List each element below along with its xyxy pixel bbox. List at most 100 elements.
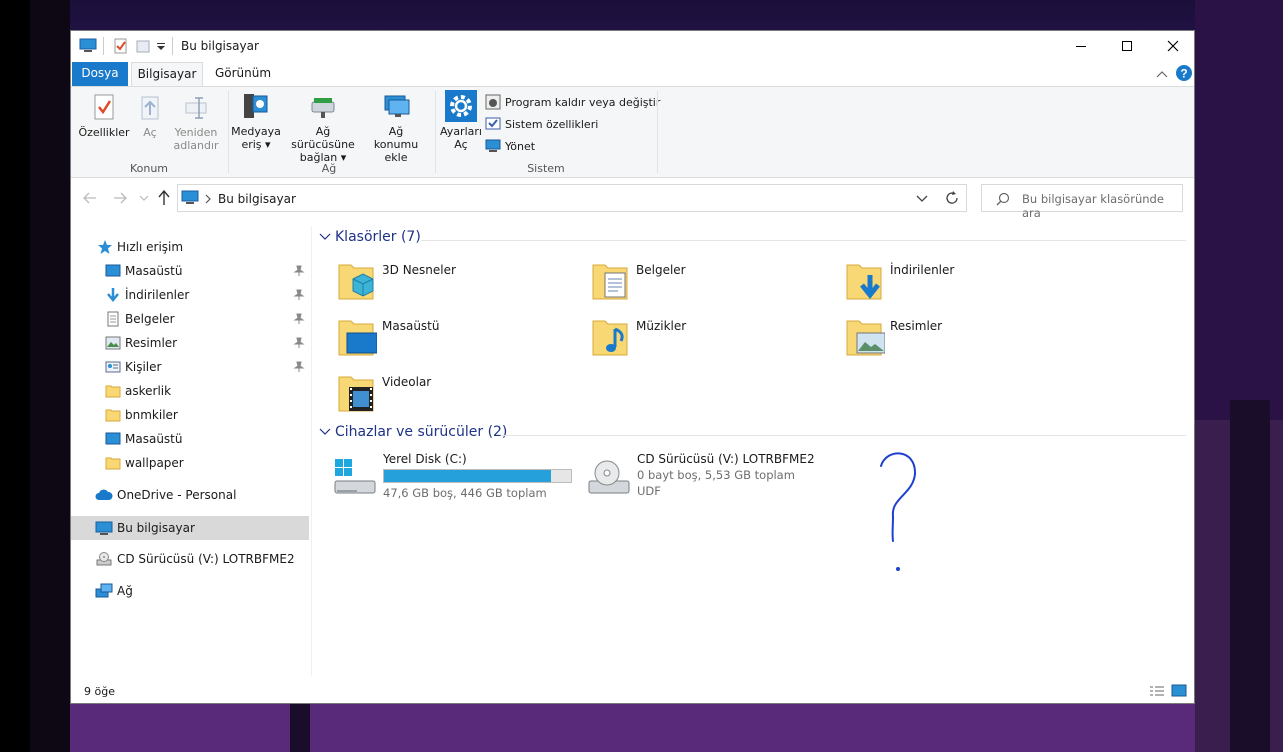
recent-locations-chevron-icon[interactable] [139,194,149,202]
open-settings-button[interactable]: Ayarları Aç [439,90,483,151]
add-network-location-button[interactable]: Ağ konumu ekle [365,90,427,164]
group-label-konum: Konum [129,162,169,175]
sidebar-item-downloads[interactable]: İndirilenler [71,283,309,307]
refresh-icon [945,191,958,204]
sidebar-item-documents[interactable]: Belgeler [71,307,309,331]
properties-quick-icon[interactable] [113,38,129,54]
desktop-folder-icon [338,320,378,356]
folder-desktop[interactable]: Masaüstü [337,315,567,365]
help-icon[interactable]: ? [1175,64,1193,82]
navigation-bar: Bu bilgisayar Bu bilgisayar klasöründe a… [71,178,1194,220]
collapse-ribbon-icon[interactable] [1156,69,1168,79]
drive-cd[interactable]: CD Sürücüsü (V:) LOTRBFME2 0 bayt boş, 5… [585,449,845,505]
sidebar-item-desktop[interactable]: Masaüstü [71,259,309,283]
tab-dosya[interactable]: Dosya [72,62,128,86]
search-icon [996,192,1010,206]
minimize-button[interactable] [1058,31,1104,61]
customize-toolbar-icon[interactable] [155,38,167,54]
navigation-pane: Hızlı erişim Masaüstü İndirilenler Belge… [71,231,311,671]
properties-button[interactable]: Özellikler [77,93,131,139]
address-path[interactable]: Bu bilgisayar [218,192,296,206]
network-icon [95,583,113,598]
uninstall-program-button[interactable]: Program kaldır veya değiştir [485,94,660,110]
back-arrow-icon[interactable] [83,191,97,205]
desktop-icon [105,432,121,445]
close-icon [1167,40,1179,52]
system-properties-icon [485,117,501,130]
cloud-icon [95,489,113,500]
folder-downloads[interactable]: İndirilenler [845,259,1075,309]
documents-folder-icon [592,264,628,300]
pin-icon[interactable] [293,265,305,277]
tab-gorunum[interactable]: Görünüm [207,62,279,86]
map-network-drive-button[interactable]: Ağ sürücüsüne bağlan ▾ [283,90,363,164]
drive-c-usage-bar [383,469,572,483]
drawn-question-mark-annotation [880,452,917,571]
sidebar-item-desktop-2[interactable]: Masaüstü [71,427,309,451]
pictures-icon [105,336,121,350]
network-drive-icon [311,98,335,118]
up-arrow-icon[interactable] [157,190,171,206]
window-title: Bu bilgisayar [181,39,259,53]
folder-music[interactable]: Müzikler [591,315,821,365]
system-properties-button[interactable]: Sistem özellikleri [485,116,598,132]
star-icon [98,240,112,254]
program-disc-icon [485,94,501,110]
pin-icon[interactable] [293,361,305,373]
search-box[interactable]: Bu bilgisayar klasöründe ara [981,184,1183,220]
drive-c[interactable]: Yerel Disk (C:) 47,6 GB boş, 446 GB topl… [331,449,581,505]
cd-drive-icon [96,552,112,566]
download-arrow-icon [107,288,119,302]
drives-section-header[interactable]: Cihazlar ve sürücüler (2) [319,424,507,440]
computer-icon [95,521,113,535]
maximize-button[interactable] [1104,31,1150,61]
computer-icon [181,190,199,204]
details-view-icon[interactable] [1149,685,1165,699]
sidebar-item-contacts[interactable]: Kişiler [71,355,309,379]
close-button[interactable] [1150,31,1194,61]
breadcrumb-chevron-icon[interactable] [204,194,212,204]
folder-icon [105,409,121,422]
folder-documents[interactable]: Belgeler [591,259,821,309]
sidebar-item-cd-drive[interactable]: CD Sürücüsü (V:) LOTRBFME2 [71,547,309,571]
folder-icon [105,385,121,398]
manage-button[interactable]: Yönet [485,138,535,154]
rename-button[interactable]: Yeniden adlandır [171,93,221,152]
pin-icon[interactable] [293,289,305,301]
new-folder-quick-icon[interactable] [135,38,151,54]
address-bar[interactable]: Bu bilgisayar [177,184,967,212]
item-count: 9 öğe [84,685,115,698]
maximize-icon [1122,41,1132,51]
group-label-sistem: Sistem [527,162,565,175]
sidebar-item-quick-access[interactable]: Hızlı erişim [71,235,309,259]
refresh-button[interactable] [937,184,967,212]
sidebar-item-onedrive[interactable]: OneDrive - Personal [71,483,309,507]
group-label-ag: Ağ [321,162,337,175]
large-icons-view-icon[interactable] [1171,684,1187,698]
pin-icon[interactable] [293,313,305,325]
ribbon-tabs: Dosya Bilgisayar Görünüm ? [71,61,1194,86]
media-access-button[interactable]: Medyaya eriş ▾ [231,90,281,151]
tab-bilgisayar[interactable]: Bilgisayar [131,62,203,86]
folder-pictures[interactable]: Resimler [845,315,1075,365]
pin-icon[interactable] [293,337,305,349]
drive-c-info: 47,6 GB boş, 446 GB toplam [383,486,547,500]
hard-disk-windows-icon [334,459,376,494]
drive-c-usage-fill [384,470,551,482]
sidebar-item-bnmkiler[interactable]: bnmkiler [71,403,309,427]
sidebar-item-wallpaper[interactable]: wallpaper [71,451,309,475]
open-button[interactable]: Aç [133,93,167,139]
videos-folder-icon [338,376,374,412]
sidebar-item-network[interactable]: Ağ [71,579,309,603]
folder-3d-objects[interactable]: 3D Nesneler [337,259,567,309]
settings-gear-icon [445,90,477,122]
drive-c-name: Yerel Disk (C:) [383,452,467,466]
sidebar-item-pictures[interactable]: Resimler [71,331,309,355]
folders-section-header[interactable]: Klasörler (7) [319,229,421,245]
address-history-chevron-icon[interactable] [916,195,928,203]
rename-icon [185,97,207,119]
folder-videos[interactable]: Videolar [337,371,567,421]
sidebar-item-askerlik[interactable]: askerlik [71,379,309,403]
forward-arrow-icon[interactable] [113,191,127,205]
sidebar-item-this-pc[interactable]: Bu bilgisayar [71,516,309,540]
